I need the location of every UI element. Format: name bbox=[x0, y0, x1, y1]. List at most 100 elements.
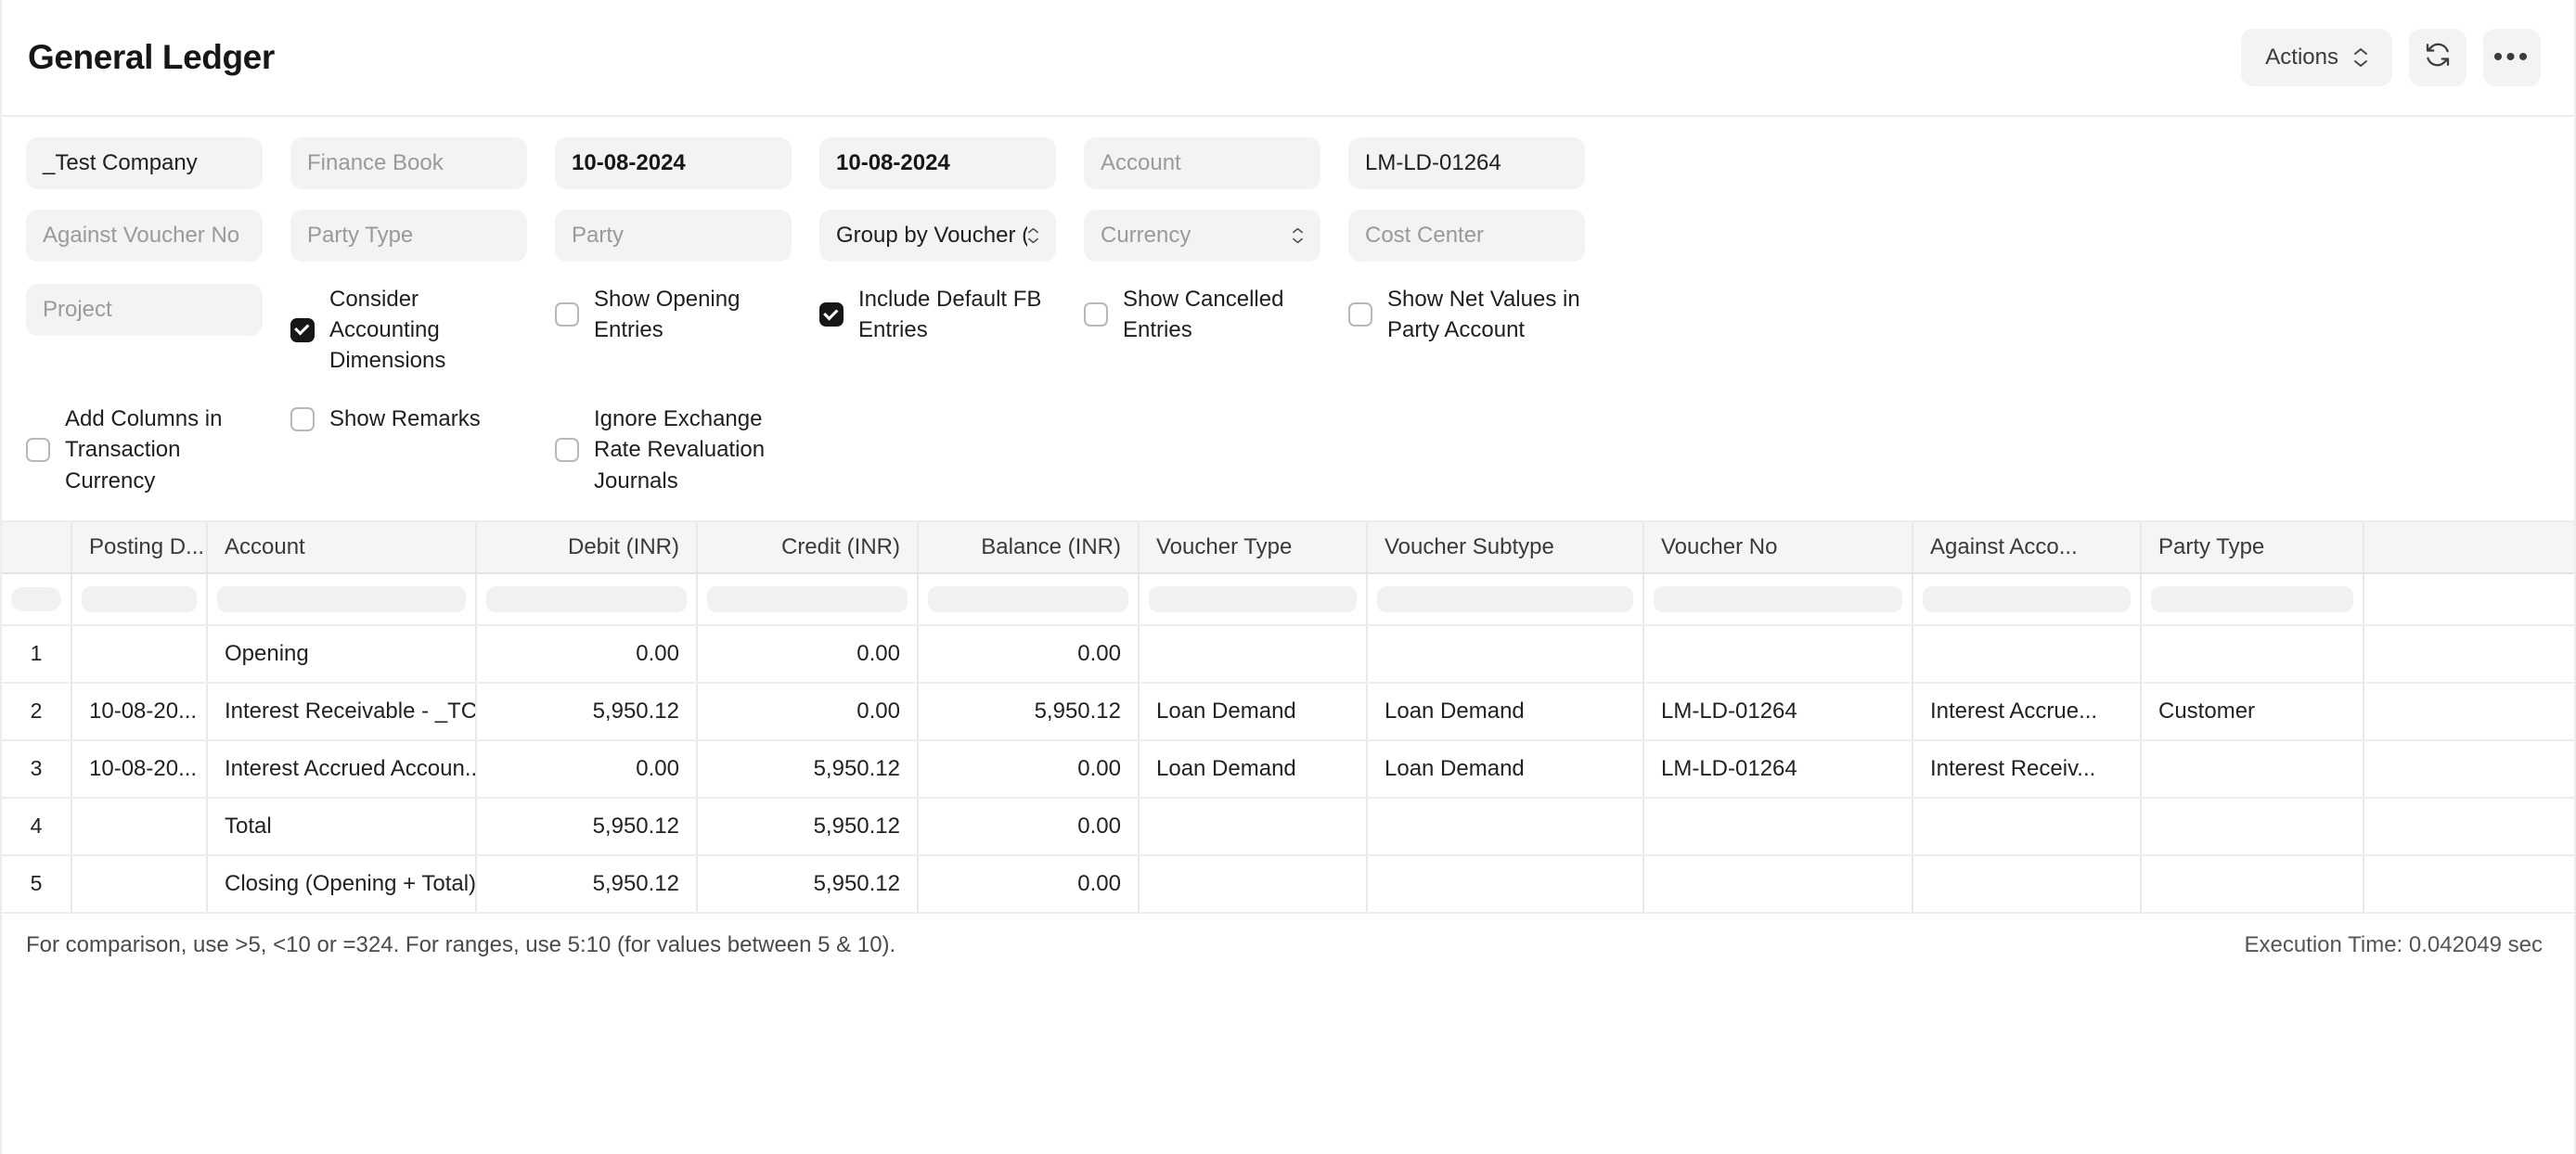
cell-balance[interactable]: 0.00 bbox=[919, 855, 1140, 912]
cell-credit[interactable]: 5,950.12 bbox=[698, 798, 919, 854]
finance-book-filter[interactable]: Finance Book bbox=[290, 137, 527, 189]
cell-posting-date[interactable] bbox=[72, 798, 208, 854]
refresh-button[interactable] bbox=[2409, 29, 2467, 86]
cell-posting-date[interactable]: 10-08-20... bbox=[72, 683, 208, 739]
checkbox-show-net-values-in-party-account[interactable]: Show Net Values in Party Account bbox=[1348, 284, 1585, 345]
cell-posting-date[interactable]: 10-08-20... bbox=[72, 740, 208, 797]
cell-balance[interactable]: 0.00 bbox=[919, 740, 1140, 797]
cell-credit[interactable]: 0.00 bbox=[698, 683, 919, 739]
more-menu-button[interactable]: ••• bbox=[2483, 29, 2541, 86]
checkbox-consider-accounting-dimensions[interactable]: Consider Accounting Dimensions bbox=[290, 284, 527, 376]
cell-debit[interactable]: 0.00 bbox=[477, 740, 698, 797]
checkbox-label[interactable]: Consider Accounting Dimensions bbox=[329, 284, 527, 376]
checkbox-icon[interactable] bbox=[555, 437, 579, 462]
table-row[interactable]: 3 10-08-20... Interest Accrued Accoun... 0.… bbox=[2, 740, 2574, 799]
column-header-account[interactable]: Account bbox=[208, 521, 477, 572]
cell-voucher-subtype[interactable] bbox=[1368, 798, 1644, 854]
cell-posting-date[interactable] bbox=[72, 625, 208, 682]
column-header-debit[interactable]: Debit (INR) bbox=[477, 521, 698, 572]
checkbox-label[interactable]: Show Opening Entries bbox=[594, 284, 792, 345]
project-filter[interactable]: Project bbox=[26, 284, 263, 336]
cell-account[interactable]: Opening bbox=[208, 625, 477, 682]
column-filter-input[interactable] bbox=[82, 585, 197, 612]
cell-voucher-type[interactable]: Loan Demand bbox=[1140, 740, 1368, 797]
cell-credit[interactable]: 5,950.12 bbox=[698, 740, 919, 797]
column-header-voucher-no[interactable]: Voucher No bbox=[1644, 521, 1913, 572]
cell-party-type[interactable] bbox=[2142, 798, 2364, 854]
cell-voucher-type[interactable] bbox=[1140, 625, 1368, 682]
cell-voucher-type[interactable] bbox=[1140, 855, 1368, 912]
column-filter-input[interactable] bbox=[1654, 585, 1902, 612]
cell-party-type[interactable] bbox=[2142, 855, 2364, 912]
checkbox-include-default-fb-entries[interactable]: Include Default FB Entries bbox=[819, 284, 1056, 345]
column-header-credit[interactable]: Credit (INR) bbox=[698, 521, 919, 572]
checkbox-label[interactable]: Add Columns in Transaction Currency bbox=[65, 404, 263, 495]
column-filter-input[interactable] bbox=[217, 585, 466, 612]
cell-against-account[interactable]: Interest Accrue... bbox=[1913, 683, 2142, 739]
cost-center-filter[interactable]: Cost Center bbox=[1348, 210, 1585, 262]
checkbox-icon[interactable] bbox=[26, 437, 50, 462]
cell-balance[interactable]: 0.00 bbox=[919, 625, 1140, 682]
column-header-voucher-type[interactable]: Voucher Type bbox=[1140, 521, 1368, 572]
checkbox-show-remarks[interactable]: Show Remarks bbox=[290, 404, 527, 434]
cell-voucher-no[interactable] bbox=[1644, 855, 1913, 912]
column-filter-input[interactable] bbox=[707, 585, 908, 612]
checkbox-icon[interactable] bbox=[555, 302, 579, 327]
checkbox-icon[interactable] bbox=[1084, 302, 1108, 327]
column-filter-input[interactable] bbox=[928, 585, 1128, 612]
party-filter[interactable]: Party bbox=[555, 210, 792, 262]
column-header-balance[interactable]: Balance (INR) bbox=[919, 521, 1140, 572]
account-filter[interactable]: Account bbox=[1084, 137, 1320, 189]
checkbox-add-columns-in-transaction-currency[interactable]: Add Columns in Transaction Currency bbox=[26, 404, 263, 495]
checkbox-icon[interactable] bbox=[1348, 302, 1372, 327]
cell-against-account[interactable]: Interest Receiv... bbox=[1913, 740, 2142, 797]
column-header-posting-date[interactable]: Posting D... bbox=[72, 521, 208, 572]
cell-voucher-subtype[interactable]: Loan Demand bbox=[1368, 740, 1644, 797]
cell-debit[interactable]: 0.00 bbox=[477, 625, 698, 682]
table-row[interactable]: 2 10-08-20... Interest Receivable - _TC 5,9… bbox=[2, 683, 2574, 741]
cell-balance[interactable]: 0.00 bbox=[919, 798, 1140, 854]
cell-voucher-no[interactable]: LM-LD-01264 bbox=[1644, 740, 1913, 797]
cell-debit[interactable]: 5,950.12 bbox=[477, 798, 698, 854]
table-row[interactable]: 4 Total 5,950.12 5,950.12 0.00 bbox=[2, 798, 2574, 856]
cell-voucher-subtype[interactable] bbox=[1368, 625, 1644, 682]
group-by-filter[interactable]: Group by Voucher (Consolid.. bbox=[819, 210, 1056, 262]
row-select-placeholder[interactable] bbox=[11, 586, 61, 611]
cell-account[interactable]: Interest Accrued Accoun... bbox=[208, 740, 477, 797]
column-filter-input[interactable] bbox=[1377, 585, 1633, 612]
table-row[interactable]: 1 Opening 0.00 0.00 0.00 bbox=[2, 625, 2574, 684]
column-header-party-type[interactable]: Party Type bbox=[2142, 521, 2364, 572]
column-header-voucher-subtype[interactable]: Voucher Subtype bbox=[1368, 521, 1644, 572]
checkbox-label[interactable]: Show Remarks bbox=[329, 404, 481, 434]
cell-against-account[interactable] bbox=[1913, 855, 2142, 912]
column-header-against-account[interactable]: Against Acco... bbox=[1913, 521, 2142, 572]
checkbox-label[interactable]: Show Net Values in Party Account bbox=[1387, 284, 1585, 345]
cell-account[interactable]: Total bbox=[208, 798, 477, 854]
cell-against-account[interactable] bbox=[1913, 625, 2142, 682]
cell-voucher-subtype[interactable] bbox=[1368, 855, 1644, 912]
cell-voucher-no[interactable] bbox=[1644, 798, 1913, 854]
cell-party-type[interactable]: Customer bbox=[2142, 683, 2364, 739]
cell-party-type[interactable] bbox=[2142, 625, 2364, 682]
checkbox-label[interactable]: Include Default FB Entries bbox=[858, 284, 1056, 345]
actions-button[interactable]: Actions bbox=[2241, 29, 2392, 86]
cell-voucher-subtype[interactable]: Loan Demand bbox=[1368, 683, 1644, 739]
company-filter[interactable]: _Test Company bbox=[26, 137, 263, 189]
cell-account[interactable]: Closing (Opening + Total) bbox=[208, 855, 477, 912]
voucher-no-filter[interactable]: LM-LD-01264 bbox=[1348, 137, 1585, 189]
table-row[interactable]: 5 Closing (Opening + Total) 5,950.12 5,950.… bbox=[2, 855, 2574, 914]
cell-voucher-no[interactable] bbox=[1644, 625, 1913, 682]
checkbox-label[interactable]: Show Cancelled Entries bbox=[1123, 284, 1320, 345]
against-voucher-no-filter[interactable]: Against Voucher No bbox=[26, 210, 263, 262]
column-filter-input[interactable] bbox=[1149, 585, 1357, 612]
cell-voucher-no[interactable]: LM-LD-01264 bbox=[1644, 683, 1913, 739]
cell-debit[interactable]: 5,950.12 bbox=[477, 855, 698, 912]
column-filter-input[interactable] bbox=[2151, 585, 2353, 612]
checkbox-show-cancelled-entries[interactable]: Show Cancelled Entries bbox=[1084, 284, 1320, 345]
to-date-filter[interactable]: 10-08-2024 bbox=[819, 137, 1056, 189]
checkbox-ignore-exchange-rate-revaluation-journals[interactable]: Ignore Exchange Rate Revaluation Journal… bbox=[555, 404, 792, 495]
checkbox-label[interactable]: Ignore Exchange Rate Revaluation Journal… bbox=[594, 404, 792, 495]
column-filter-input[interactable] bbox=[1923, 585, 2131, 612]
cell-party-type[interactable] bbox=[2142, 740, 2364, 797]
cell-against-account[interactable] bbox=[1913, 798, 2142, 854]
